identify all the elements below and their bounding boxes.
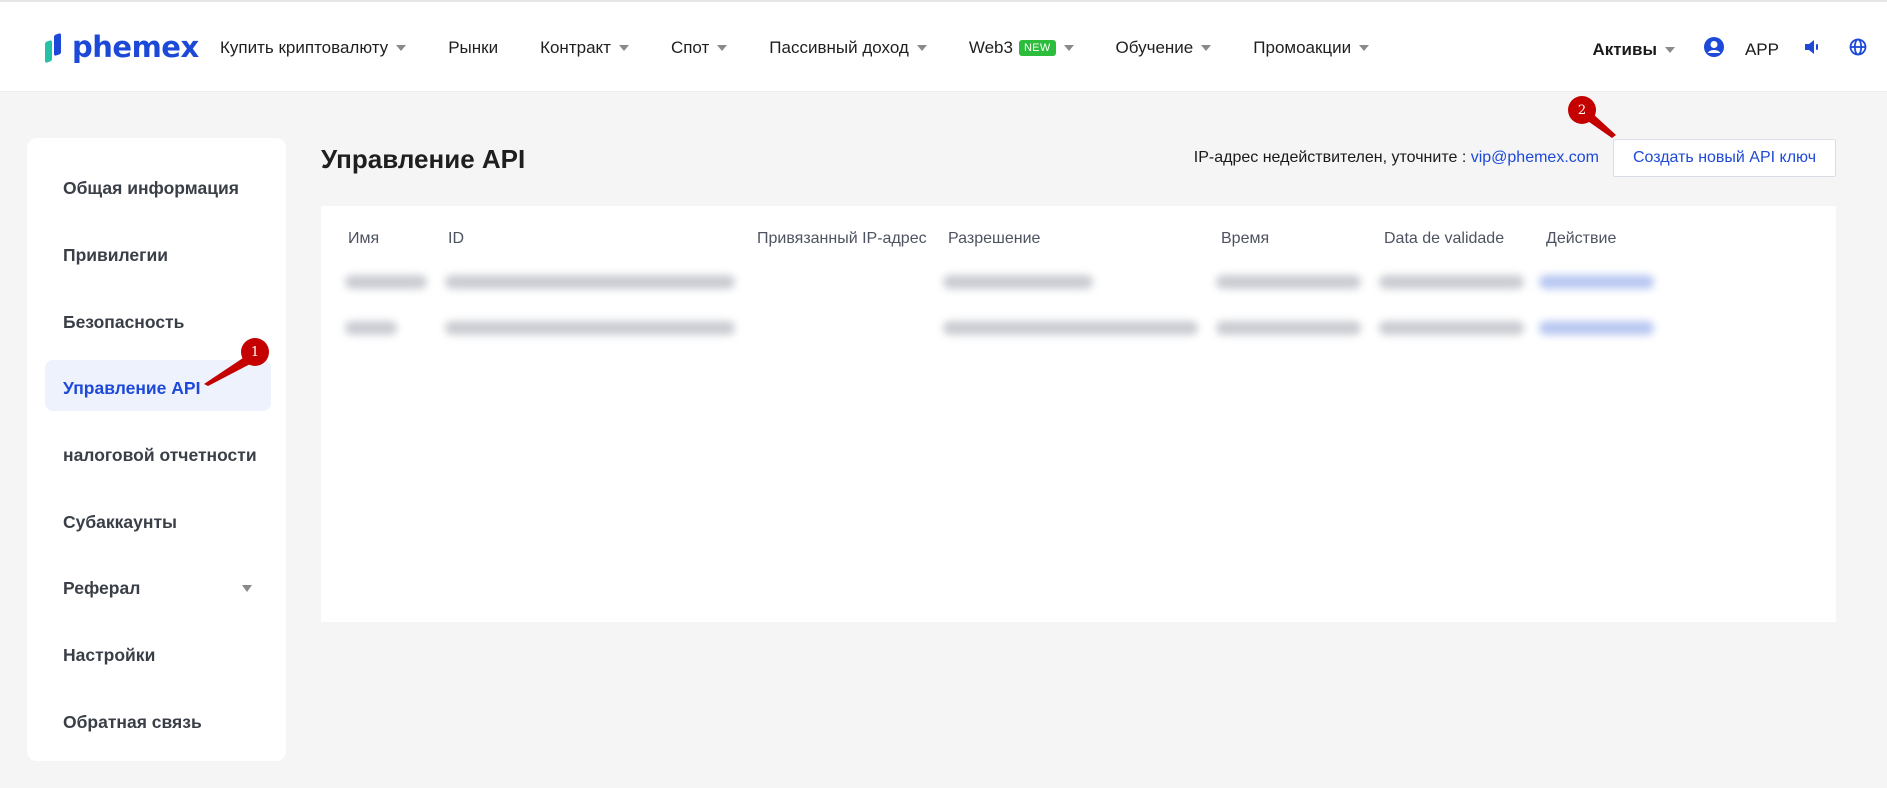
nav-passive-income[interactable]: Пассивный доход — [769, 36, 927, 60]
caret-down-icon — [1664, 46, 1675, 53]
column-header-action: Действие — [1546, 230, 1617, 247]
nav-contract[interactable]: Контракт — [540, 36, 629, 60]
ip-notice: IP-адрес недействителен, уточните : vip@… — [1194, 149, 1599, 167]
nav-label: Пассивный доход — [769, 38, 909, 57]
sidebar-item-settings[interactable]: Настройки — [63, 645, 155, 666]
blurred-cell — [345, 275, 427, 289]
caret-down-icon — [1201, 45, 1212, 51]
sidebar-item-label: Безопасность — [63, 312, 185, 332]
sidebar-item-referral[interactable]: Реферал — [63, 578, 140, 599]
nav-label: Рынки — [448, 38, 499, 57]
caret-down-icon — [717, 45, 728, 51]
sidebar-item-label: налоговой отчетности — [63, 445, 257, 465]
blurred-cell — [1379, 275, 1524, 289]
column-header-bound-ip: Привязанный IP-адрес — [757, 230, 927, 247]
blurred-cell — [1216, 321, 1361, 335]
nav-web3[interactable]: Web3 NEW — [969, 36, 1074, 60]
column-header-time: Время — [1221, 230, 1270, 247]
sidebar-item-label: Настройки — [63, 645, 156, 665]
sidebar-item-overview[interactable]: Общая информация — [63, 178, 239, 199]
new-badge: NEW — [1018, 40, 1056, 56]
caret-down-icon — [618, 45, 629, 51]
sidebar-item-label: Общая информация — [63, 178, 239, 198]
app-label: APP — [1744, 39, 1779, 59]
phemex-logo[interactable]: phemex — [44, 30, 199, 64]
nav-buy-crypto[interactable]: Купить криптовалюту — [220, 36, 407, 60]
user-icon[interactable] — [1703, 36, 1725, 63]
annotation-marker-1: 1 — [241, 338, 269, 366]
nav-label: Обучение — [1115, 38, 1194, 57]
globe-icon[interactable] — [1849, 38, 1867, 61]
announcement-icon[interactable] — [1803, 38, 1821, 61]
sidebar-item-tax-reports[interactable]: налоговой отчетности — [63, 445, 257, 466]
caret-down-icon — [1359, 45, 1370, 51]
top-header: phemex Купить криптовалюту Рынки Контрак… — [0, 0, 1887, 92]
ip-notice-text: IP-адрес недействителен, уточните : — [1193, 149, 1471, 166]
support-email-link[interactable]: vip@phemex.com — [1471, 149, 1599, 166]
caret-down-icon — [1063, 45, 1074, 51]
column-header-permission: Разрешение — [948, 230, 1041, 247]
blurred-action-links[interactable] — [1539, 321, 1654, 335]
sidebar-item-label: Обратная связь — [63, 712, 202, 732]
app-link[interactable]: APP — [1745, 40, 1779, 60]
column-header-expiry: Data de validade — [1384, 230, 1505, 247]
caret-down-icon — [916, 45, 927, 51]
blurred-cell — [445, 275, 735, 289]
blurred-cell — [1379, 321, 1524, 335]
sidebar-item-feedback[interactable]: Обратная связь — [63, 712, 202, 733]
sidebar-item-label: Субаккаунты — [63, 512, 177, 532]
assets-menu[interactable]: Активы — [1592, 40, 1675, 60]
sidebar-item-subaccounts[interactable]: Субаккаунты — [63, 512, 177, 533]
blurred-action-links[interactable] — [1539, 275, 1654, 289]
sidebar-item-privileges[interactable]: Привилегии — [63, 245, 168, 266]
nav-label: Купить криптовалюту — [220, 38, 389, 57]
logo-text: phemex — [72, 30, 199, 64]
logo-mark-icon — [44, 32, 68, 64]
table-row — [321, 310, 1836, 346]
chevron-down-icon[interactable] — [242, 585, 252, 592]
nav-promotions[interactable]: Промоакции — [1253, 36, 1370, 60]
nav-label: Контракт — [540, 38, 611, 57]
blurred-cell — [943, 321, 1198, 335]
caret-down-icon — [396, 45, 407, 51]
assets-label: Активы — [1592, 39, 1657, 59]
sidebar-item-security[interactable]: Безопасность — [63, 312, 184, 333]
column-header-id: ID — [448, 230, 464, 247]
blurred-cell — [1216, 275, 1361, 289]
header-right: Активы APP — [1592, 36, 1867, 63]
blurred-cell — [345, 321, 397, 335]
api-keys-table: Имя ID Привязанный IP-адрес Разрешение В… — [321, 206, 1836, 622]
table-row — [321, 264, 1836, 300]
nav-learn[interactable]: Обучение — [1116, 36, 1212, 60]
nav-spot[interactable]: Спот — [670, 36, 728, 60]
blurred-cell — [445, 321, 735, 335]
main-nav: Купить криптовалюту Рынки Контракт Спот … — [220, 36, 1370, 60]
account-sidebar: Общая информация Привилегии Безопасность… — [27, 138, 286, 761]
sidebar-item-label: Реферал — [63, 578, 141, 598]
sidebar-item-api-management[interactable]: Управление API — [63, 378, 200, 399]
page-title: Управление API — [321, 144, 526, 174]
sidebar-item-label: Привилегии — [63, 245, 168, 265]
column-header-name: Имя — [348, 230, 380, 247]
create-api-key-button[interactable]: Создать новый API ключ — [1613, 139, 1836, 177]
nav-label: Промоакции — [1253, 38, 1352, 57]
nav-markets[interactable]: Рынки — [448, 36, 498, 60]
blurred-cell — [943, 275, 1093, 289]
annotation-marker-2: 2 — [1568, 96, 1596, 124]
nav-label: Спот — [670, 38, 710, 57]
sidebar-item-label: Управление API — [63, 378, 201, 398]
nav-label: Web3 — [968, 38, 1013, 57]
